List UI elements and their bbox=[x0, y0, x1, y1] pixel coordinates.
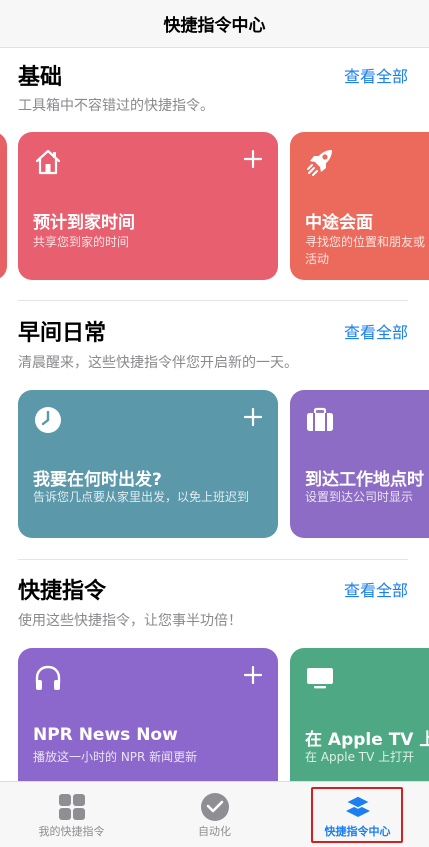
shortcut-card[interactable]: 中途会面 寻找您的位置和朋友或活动 bbox=[290, 132, 429, 280]
card-subtitle: 播放这一小时的 NPR 新闻更新 bbox=[33, 750, 198, 764]
card-subtitle: 寻找您的位置和朋友或活动 bbox=[305, 235, 426, 266]
see-all-link[interactable]: 查看全部 bbox=[344, 577, 408, 601]
card-title: 我要在何时出发? bbox=[33, 470, 162, 490]
tab-automation[interactable]: 自动化 bbox=[143, 782, 286, 847]
card-title: NPR News Now bbox=[33, 725, 178, 745]
tab-label: 我的快捷指令 bbox=[38, 825, 105, 838]
shortcut-card[interactable]: 预计到家时间 共享您到家的时间 bbox=[18, 132, 278, 280]
section-shortcuts: 快捷指令 查看全部 使用这些快捷指令，让您事半功倍！ NPR News Now … bbox=[0, 560, 429, 781]
section-subtitle: 清晨醒来，这些快捷指令伴您开启新的一天。 bbox=[18, 355, 298, 371]
highlight-annotation bbox=[311, 787, 403, 843]
clock-icon bbox=[35, 407, 61, 433]
add-icon[interactable] bbox=[244, 408, 262, 426]
grid-icon bbox=[59, 794, 85, 820]
add-icon[interactable] bbox=[244, 666, 262, 684]
shortcut-card[interactable]: 在 Apple TV 上 在 Apple TV 上打开 bbox=[290, 648, 429, 781]
section-title: 基础 bbox=[18, 65, 63, 90]
card-subtitle: 设置到达公司时显示 bbox=[305, 490, 414, 504]
section-title: 早间日常 bbox=[18, 321, 107, 346]
card-title: 在 Apple TV 上 bbox=[305, 730, 429, 750]
tab-my-shortcuts[interactable]: 我的快捷指令 bbox=[0, 782, 143, 847]
section-morning: 早间日常 查看全部 清晨醒来，这些快捷指令伴您开启新的一天。 我要在何时出发? … bbox=[0, 302, 429, 560]
add-icon[interactable] bbox=[244, 150, 262, 168]
see-all-link[interactable]: 查看全部 bbox=[344, 319, 408, 343]
house-icon bbox=[35, 149, 61, 175]
card-subtitle: 告诉您几点要从家里出发，以免上班迟到 bbox=[33, 490, 250, 504]
shortcut-card[interactable]: 到达工作地点时 设置到达公司时显示 bbox=[290, 390, 429, 538]
page-title: 快捷指令中心 bbox=[163, 16, 266, 36]
headphones-icon bbox=[35, 665, 61, 690]
section-subtitle: 工具箱中不容错过的快捷指令。 bbox=[18, 98, 214, 114]
check-circle-icon bbox=[201, 793, 229, 821]
tab-label: 自动化 bbox=[198, 825, 231, 838]
navigation-bar: 快捷指令中心 bbox=[0, 0, 429, 48]
section-subtitle: 使用这些快捷指令，让您事半功倍！ bbox=[18, 613, 242, 629]
section-basics: 基础 查看全部 工具箱中不容错过的快捷指令。 预计到家时间 共享您到家的时间 中… bbox=[0, 48, 429, 302]
card-title: 中途会面 bbox=[305, 213, 373, 233]
card-subtitle: 在 Apple TV 上打开 bbox=[305, 750, 415, 764]
shortcut-card[interactable]: 我要在何时出发? 告诉您几点要从家里出发，以免上班迟到 bbox=[18, 390, 278, 538]
shortcut-card-peek[interactable] bbox=[0, 132, 7, 280]
card-title: 预计到家时间 bbox=[33, 213, 135, 233]
section-title: 快捷指令 bbox=[18, 579, 107, 604]
see-all-link[interactable]: 查看全部 bbox=[344, 63, 408, 87]
shortcut-card[interactable]: NPR News Now 播放这一小时的 NPR 新闻更新 bbox=[18, 648, 278, 781]
section-divider bbox=[18, 300, 408, 301]
card-title: 到达工作地点时 bbox=[305, 470, 424, 490]
tv-icon bbox=[307, 668, 333, 689]
briefcase-icon bbox=[307, 407, 333, 431]
rocket-icon bbox=[307, 150, 332, 176]
card-subtitle: 共享您到家的时间 bbox=[33, 235, 130, 249]
gallery-content[interactable]: 基础 查看全部 工具箱中不容错过的快捷指令。 预计到家时间 共享您到家的时间 中… bbox=[0, 48, 429, 781]
